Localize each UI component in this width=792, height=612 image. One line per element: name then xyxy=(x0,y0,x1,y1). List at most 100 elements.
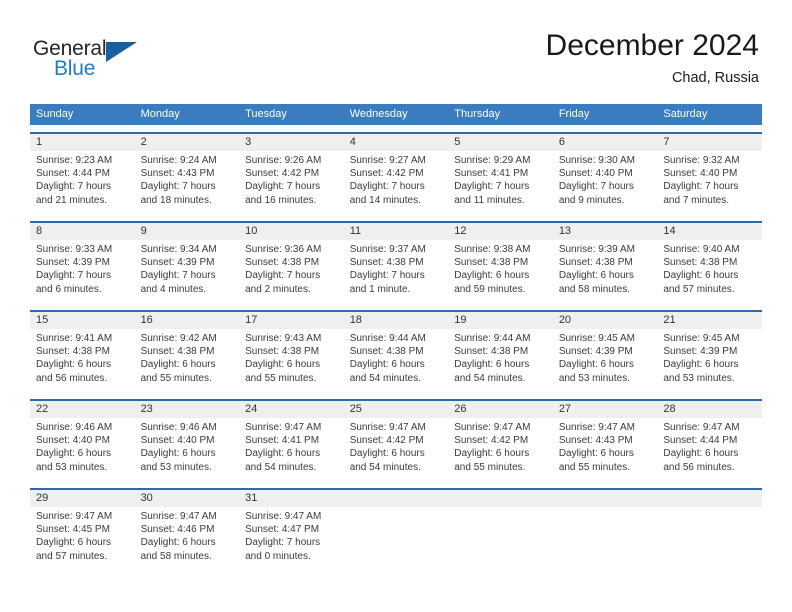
day-cell[interactable]: Sunrise: 9:41 AM Sunset: 4:38 PM Dayligh… xyxy=(30,329,135,392)
day-number[interactable]: 4 xyxy=(343,134,449,151)
day-number[interactable]: 27 xyxy=(552,401,658,418)
day-number[interactable]: 29 xyxy=(30,490,135,507)
day-cell[interactable]: Sunrise: 9:47 AM Sunset: 4:42 PM Dayligh… xyxy=(344,418,449,481)
general-blue-logo[interactable]: General Blue xyxy=(33,37,173,81)
day-number[interactable]: 2 xyxy=(134,134,240,151)
day-cell[interactable]: Sunrise: 9:32 AM Sunset: 4:40 PM Dayligh… xyxy=(657,151,762,214)
daylight-text-line2: and 54 minutes. xyxy=(349,461,421,473)
day-cell[interactable]: Sunrise: 9:47 AM Sunset: 4:47 PM Dayligh… xyxy=(239,507,344,570)
day-number[interactable]: 31 xyxy=(239,490,344,507)
sunset-text: Sunset: 4:43 PM xyxy=(140,168,215,180)
daylight-text-line1: Daylight: 6 hours xyxy=(245,448,321,460)
day-cell[interactable]: Sunrise: 9:39 AM Sunset: 4:38 PM Dayligh… xyxy=(553,240,658,303)
day-number[interactable]: 30 xyxy=(134,490,240,507)
day-number-empty xyxy=(448,490,553,507)
sunrise-text: Sunrise: 9:30 AM xyxy=(558,155,635,166)
sunrise-text: Sunrise: 9:33 AM xyxy=(36,244,113,255)
day-cell[interactable]: Sunrise: 9:46 AM Sunset: 4:40 PM Dayligh… xyxy=(30,418,135,481)
day-number[interactable]: 1 xyxy=(30,134,135,151)
day-cell[interactable]: Sunrise: 9:23 AM Sunset: 4:44 PM Dayligh… xyxy=(30,151,135,214)
day-cell[interactable]: Sunrise: 9:29 AM Sunset: 4:41 PM Dayligh… xyxy=(448,151,553,214)
daylight-text-line1: Daylight: 6 hours xyxy=(245,359,321,371)
day-cell[interactable]: Sunrise: 9:44 AM Sunset: 4:38 PM Dayligh… xyxy=(344,329,449,392)
calendar-page: General Blue December 2024 Chad, Russia … xyxy=(0,0,792,612)
day-number[interactable]: 20 xyxy=(552,312,658,329)
daylight-text-line2: and 56 minutes. xyxy=(36,372,108,384)
day-number[interactable]: 3 xyxy=(239,134,344,151)
day-cell[interactable]: Sunrise: 9:40 AM Sunset: 4:38 PM Dayligh… xyxy=(657,240,762,303)
day-cell[interactable]: Sunrise: 9:45 AM Sunset: 4:39 PM Dayligh… xyxy=(657,329,762,392)
day-number[interactable]: 28 xyxy=(657,401,762,418)
sunrise-text: Sunrise: 9:44 AM xyxy=(454,333,531,344)
daylight-text-line1: Daylight: 7 hours xyxy=(140,270,216,282)
daylight-text-line2: and 55 minutes. xyxy=(140,372,212,384)
daylight-text-line1: Daylight: 7 hours xyxy=(245,537,321,549)
day-number[interactable]: 18 xyxy=(343,312,449,329)
daylight-text-line2: and 16 minutes. xyxy=(245,194,317,206)
day-cell-empty xyxy=(657,507,762,570)
day-number[interactable]: 25 xyxy=(343,401,449,418)
day-number[interactable]: 5 xyxy=(448,134,553,151)
day-cell[interactable]: Sunrise: 9:38 AM Sunset: 4:38 PM Dayligh… xyxy=(448,240,553,303)
day-cell[interactable]: Sunrise: 9:26 AM Sunset: 4:42 PM Dayligh… xyxy=(239,151,344,214)
day-cell[interactable]: Sunrise: 9:47 AM Sunset: 4:46 PM Dayligh… xyxy=(135,507,240,570)
day-number[interactable]: 24 xyxy=(239,401,344,418)
day-number[interactable]: 8 xyxy=(30,223,135,240)
day-number[interactable]: 14 xyxy=(657,223,762,240)
daylight-text-line1: Daylight: 6 hours xyxy=(36,359,112,371)
sunrise-text: Sunrise: 9:47 AM xyxy=(245,422,322,433)
day-number[interactable]: 16 xyxy=(134,312,240,329)
day-cell[interactable]: Sunrise: 9:47 AM Sunset: 4:41 PM Dayligh… xyxy=(239,418,344,481)
day-cell[interactable]: Sunrise: 9:24 AM Sunset: 4:43 PM Dayligh… xyxy=(135,151,240,214)
day-number[interactable]: 13 xyxy=(552,223,658,240)
day-number[interactable]: 12 xyxy=(448,223,553,240)
day-cell[interactable]: Sunrise: 9:47 AM Sunset: 4:43 PM Dayligh… xyxy=(553,418,658,481)
day-cell[interactable]: Sunrise: 9:27 AM Sunset: 4:42 PM Dayligh… xyxy=(344,151,449,214)
day-cell[interactable]: Sunrise: 9:45 AM Sunset: 4:39 PM Dayligh… xyxy=(553,329,658,392)
day-cell[interactable]: Sunrise: 9:30 AM Sunset: 4:40 PM Dayligh… xyxy=(553,151,658,214)
day-cell[interactable]: Sunrise: 9:46 AM Sunset: 4:40 PM Dayligh… xyxy=(135,418,240,481)
day-number[interactable]: 6 xyxy=(552,134,658,151)
daylight-text-line2: and 11 minutes. xyxy=(454,194,525,206)
day-cell[interactable]: Sunrise: 9:47 AM Sunset: 4:45 PM Dayligh… xyxy=(30,507,135,570)
day-cell[interactable]: Sunrise: 9:34 AM Sunset: 4:39 PM Dayligh… xyxy=(135,240,240,303)
sunrise-text: Sunrise: 9:26 AM xyxy=(245,155,322,166)
location-subtitle: Chad, Russia xyxy=(671,70,759,86)
day-number[interactable]: 21 xyxy=(657,312,762,329)
day-cell[interactable]: Sunrise: 9:47 AM Sunset: 4:44 PM Dayligh… xyxy=(657,418,762,481)
sunset-text: Sunset: 4:41 PM xyxy=(245,435,320,447)
day-cell[interactable]: Sunrise: 9:37 AM Sunset: 4:38 PM Dayligh… xyxy=(344,240,449,303)
daylight-text-line1: Daylight: 6 hours xyxy=(558,359,634,371)
day-cell[interactable]: Sunrise: 9:43 AM Sunset: 4:38 PM Dayligh… xyxy=(239,329,344,392)
sunrise-text: Sunrise: 9:38 AM xyxy=(454,244,531,255)
sunrise-text: Sunrise: 9:23 AM xyxy=(36,155,113,166)
day-cell[interactable]: Sunrise: 9:44 AM Sunset: 4:38 PM Dayligh… xyxy=(448,329,553,392)
sunset-text: Sunset: 4:40 PM xyxy=(558,168,633,180)
day-number[interactable]: 7 xyxy=(657,134,762,151)
sunset-text: Sunset: 4:40 PM xyxy=(140,435,215,447)
sunset-text: Sunset: 4:46 PM xyxy=(140,524,215,536)
day-cell[interactable]: Sunrise: 9:42 AM Sunset: 4:38 PM Dayligh… xyxy=(135,329,240,392)
week-number-band: 1 2 3 4 5 6 7 xyxy=(30,134,762,151)
day-cell[interactable]: Sunrise: 9:36 AM Sunset: 4:38 PM Dayligh… xyxy=(239,240,344,303)
day-number[interactable]: 15 xyxy=(30,312,135,329)
page-title: December 2024 xyxy=(545,29,759,62)
sunrise-text: Sunrise: 9:44 AM xyxy=(349,333,426,344)
daylight-text-line1: Daylight: 6 hours xyxy=(663,359,739,371)
week-detail-band: Sunrise: 9:33 AM Sunset: 4:39 PM Dayligh… xyxy=(30,240,762,303)
daylight-text-line2: and 57 minutes. xyxy=(663,283,735,295)
daylight-text-line1: Daylight: 6 hours xyxy=(140,448,216,460)
day-cell[interactable]: Sunrise: 9:47 AM Sunset: 4:42 PM Dayligh… xyxy=(448,418,553,481)
day-number[interactable]: 11 xyxy=(343,223,449,240)
day-number[interactable]: 23 xyxy=(134,401,240,418)
day-number[interactable]: 10 xyxy=(239,223,344,240)
sunrise-text: Sunrise: 9:47 AM xyxy=(349,422,426,433)
page-header: General Blue December 2024 Chad, Russia xyxy=(0,0,792,100)
day-cell[interactable]: Sunrise: 9:33 AM Sunset: 4:39 PM Dayligh… xyxy=(30,240,135,303)
week-detail-band: Sunrise: 9:23 AM Sunset: 4:44 PM Dayligh… xyxy=(30,151,762,214)
day-number[interactable]: 26 xyxy=(448,401,553,418)
day-number[interactable]: 17 xyxy=(239,312,344,329)
day-number[interactable]: 22 xyxy=(30,401,135,418)
day-number[interactable]: 19 xyxy=(448,312,553,329)
day-number[interactable]: 9 xyxy=(134,223,240,240)
